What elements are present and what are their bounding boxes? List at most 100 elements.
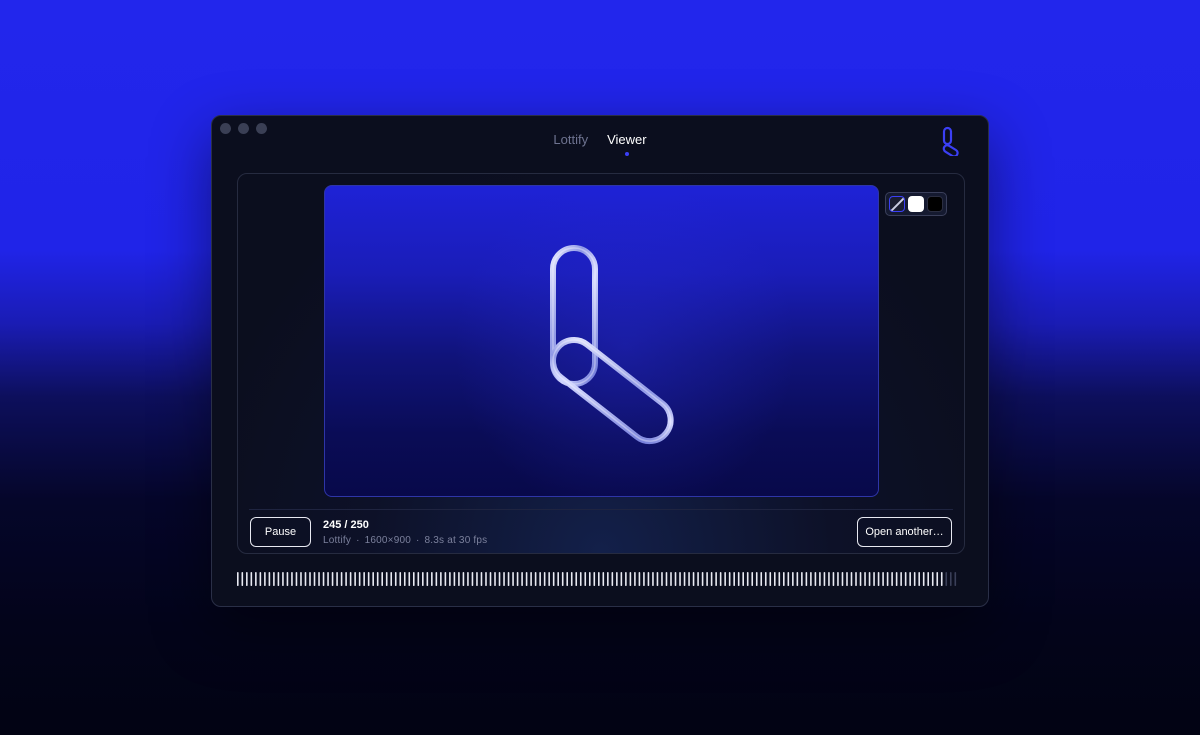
timeline-tick (539, 572, 541, 586)
timeline-tick (611, 572, 614, 586)
timeline-tick (688, 572, 690, 586)
timeline-tick (453, 572, 456, 586)
timeline-tick (354, 572, 356, 586)
timeline-tick (340, 572, 343, 586)
timeline-tick (291, 572, 293, 586)
timeline-tick (728, 572, 731, 586)
timeline-tick (638, 572, 641, 586)
app-window: Lottify Viewer Pause 245 / 250 Lottify ·… (211, 115, 989, 607)
timeline-tick (417, 572, 420, 586)
timeline-tick (385, 572, 388, 586)
timeline-tick (616, 572, 618, 586)
timeline-tick (593, 572, 596, 586)
open-another-button[interactable]: Open another… (857, 517, 952, 547)
transparent-background-swatch[interactable] (889, 196, 906, 212)
timeline-tick (422, 572, 424, 586)
timeline-tick (607, 572, 609, 586)
timeline-tick (954, 572, 957, 586)
timeline-tick (620, 572, 623, 586)
timeline-tick (250, 572, 253, 586)
timeline-tick (701, 572, 704, 586)
timeline-tick (494, 572, 496, 586)
timeline-tick (516, 572, 519, 586)
timeline-tick (431, 572, 433, 586)
timeline-tick (634, 572, 636, 586)
timeline-tick (458, 572, 460, 586)
timeline-tick (552, 572, 555, 586)
timeline-tick (579, 572, 582, 586)
white-background-swatch[interactable] (907, 196, 924, 212)
timeline-tick (548, 572, 550, 586)
timeline-tick (674, 572, 677, 586)
timeline-tick (724, 572, 726, 586)
timeline-tick (412, 572, 415, 586)
timeline-tick (737, 572, 740, 586)
timeline-tick (769, 572, 772, 586)
timeline-tick (629, 572, 632, 586)
timeline-tick (873, 572, 875, 586)
tab-viewer[interactable]: Viewer (607, 132, 647, 156)
timeline-tick (877, 572, 880, 586)
tab-lottify[interactable]: Lottify (553, 132, 588, 147)
animation-name: Lottify (323, 535, 352, 546)
timeline-tick (661, 572, 663, 586)
timeline-tick (367, 572, 370, 586)
timeline-tick (255, 572, 257, 586)
timeline-tick (792, 572, 794, 586)
timeline-tick (643, 572, 645, 586)
timeline-tick (273, 572, 275, 586)
timeline-tick (647, 572, 650, 586)
timeline-tick (309, 572, 311, 586)
timeline-tick (372, 572, 374, 586)
timeline-tick (313, 572, 316, 586)
timeline-tick (931, 572, 934, 586)
timeline-tick (918, 572, 920, 586)
timeline-tick (864, 572, 866, 586)
timeline-tick (746, 572, 749, 586)
timeline-tick (710, 572, 713, 586)
timeline-tick (530, 572, 532, 586)
timeline-tick (507, 572, 510, 586)
timeline-tick (904, 572, 907, 586)
timeline-tick (719, 572, 722, 586)
animation-stage (324, 185, 879, 497)
timeline-tick (584, 572, 587, 586)
black-background-swatch[interactable] (926, 196, 943, 212)
timeline-tick (575, 572, 578, 586)
timeline-tick (922, 572, 925, 586)
timeline-tick (886, 572, 889, 586)
timeline-tick (588, 572, 591, 586)
timeline-tick (773, 572, 776, 586)
timeline-tick (498, 572, 501, 586)
timeline-tick (683, 572, 686, 586)
timeline-tick (936, 572, 939, 586)
timeline-tick (679, 572, 681, 586)
timeline-tick (277, 572, 280, 586)
timeline-tick (426, 572, 429, 586)
timeline-tick (381, 572, 383, 586)
frame-timeline-scrubber[interactable] (237, 572, 959, 586)
timeline-tick (895, 572, 898, 586)
timeline-tick (823, 572, 826, 586)
background-swatches (885, 192, 947, 216)
timeline-tick (742, 572, 744, 586)
timeline-tick (259, 572, 262, 586)
timeline-tick (760, 572, 763, 586)
timeline-tick (697, 572, 699, 586)
timeline-tick (246, 572, 248, 586)
timeline-tick (602, 572, 605, 586)
timeline-tick (900, 572, 902, 586)
viewer-panel: Pause 245 / 250 Lottify · 1600×900 · 8.3s at… (237, 173, 965, 554)
timeline-tick (349, 572, 352, 586)
timeline-tick (336, 572, 338, 586)
timeline-tick (796, 572, 799, 586)
pause-button[interactable]: Pause (250, 517, 311, 547)
timeline-tick (286, 572, 289, 586)
timeline-tick (927, 572, 930, 586)
timeline-tick (503, 572, 505, 586)
timeline-tick (485, 572, 487, 586)
timeline-tick (399, 572, 402, 586)
timeline-tick (846, 572, 848, 586)
timeline-tick (489, 572, 492, 586)
meta-separator: · (416, 535, 420, 546)
